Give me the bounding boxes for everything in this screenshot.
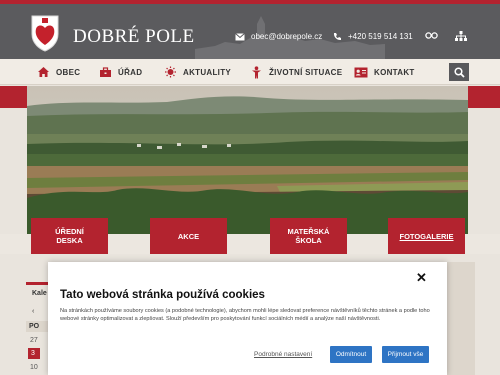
search-button[interactable] [449,63,469,81]
tile-uredni-deska[interactable]: ÚŘEDNÍ DESKA [31,218,108,254]
briefcase-icon [98,65,112,79]
tile-label-line2[interactable]: DESKA [55,236,84,245]
hero-red-band-right [468,86,500,108]
phone-text[interactable]: +420 519 514 131 [348,32,413,41]
hero-red-band-left [0,86,27,108]
tile-akce[interactable]: AKCE [150,218,227,254]
hero-landscape-image [27,86,468,234]
nav-label-zivotni-situace[interactable]: ŽIVOTNÍ SITUACE [269,68,342,77]
nav-label-aktuality[interactable]: AKTUALITY [183,68,231,77]
email-text[interactable]: obec@dobrepole.cz [251,32,322,41]
nav-label-urad[interactable]: ÚŘAD [118,68,142,77]
address-card-icon [354,65,368,79]
tile-label-line1[interactable]: ÚŘEDNÍ [55,227,84,236]
calendar-day[interactable]: 27 [26,335,50,346]
nav-item-aktuality[interactable]: AKTUALITY [163,59,231,85]
nav-label-obec[interactable]: OBEC [56,68,80,77]
nav-item-zivotni-situace[interactable]: ŽIVOTNÍ SITUACE [249,59,342,85]
tile-label-akce[interactable]: AKCE [178,232,199,241]
site-title[interactable]: DOBRÉ POLE [73,26,195,48]
calendar-day[interactable]: 10 [26,362,50,373]
site-header: DOBRÉ POLE obec@dobrepole.cz +420 519 51… [0,4,500,59]
nav-item-obec[interactable]: OBEC [36,59,80,85]
calendar-prev-arrow[interactable]: ‹ [32,308,34,315]
calendar-title: Kale [32,290,47,297]
nav-item-urad[interactable]: ÚŘAD [98,59,142,85]
home-icon [36,65,50,79]
header-email[interactable]: obec@dobrepole.cz [235,32,322,41]
cookie-accept-all-button[interactable]: Přijmout vše [382,346,429,363]
right-sidebar-strip [447,262,475,375]
sitemap-icon[interactable] [455,30,467,44]
cookie-settings-link[interactable]: Podrobné nastavení [254,351,312,358]
calendar-day-today[interactable]: 3 [28,348,40,359]
envelope-icon [235,32,245,40]
megaphone-icon [163,65,177,79]
tile-label-fotogalerie[interactable]: FOTOGALERIE [399,232,453,241]
cookie-description: Na stránkách používáme soubory cookies (… [60,308,430,323]
close-icon[interactable]: ✕ [416,270,427,286]
tile-label-line1[interactable]: MATEŘSKÁ [288,227,330,236]
tile-materska-skola[interactable]: MATEŘSKÁ ŠKOLA [270,218,347,254]
person-icon [249,65,263,79]
municipal-crest-logo[interactable] [30,14,60,52]
main-navigation: OBEC ÚŘAD AKTUALITY ŽIVOTNÍ SITUACE KONT… [0,59,500,85]
nav-label-kontakt[interactable]: KONTAKT [374,68,415,77]
cookie-reject-button[interactable]: Odmítnout [330,346,372,363]
phone-icon [333,33,341,41]
cookie-title: Tato webová stránka používá cookies [60,289,265,301]
cookie-consent-dialog: ✕ Tato webová stránka používá cookies Na… [48,262,447,375]
glasses-icon[interactable] [425,30,438,42]
search-icon [453,66,465,78]
tile-fotogalerie[interactable]: FOTOGALERIE [388,218,465,254]
calendar-weekday-header: PO [26,321,50,332]
nav-item-kontakt[interactable]: KONTAKT [354,59,415,85]
header-phone[interactable]: +420 519 514 131 [333,32,413,41]
tile-label-line2[interactable]: ŠKOLA [288,236,330,245]
